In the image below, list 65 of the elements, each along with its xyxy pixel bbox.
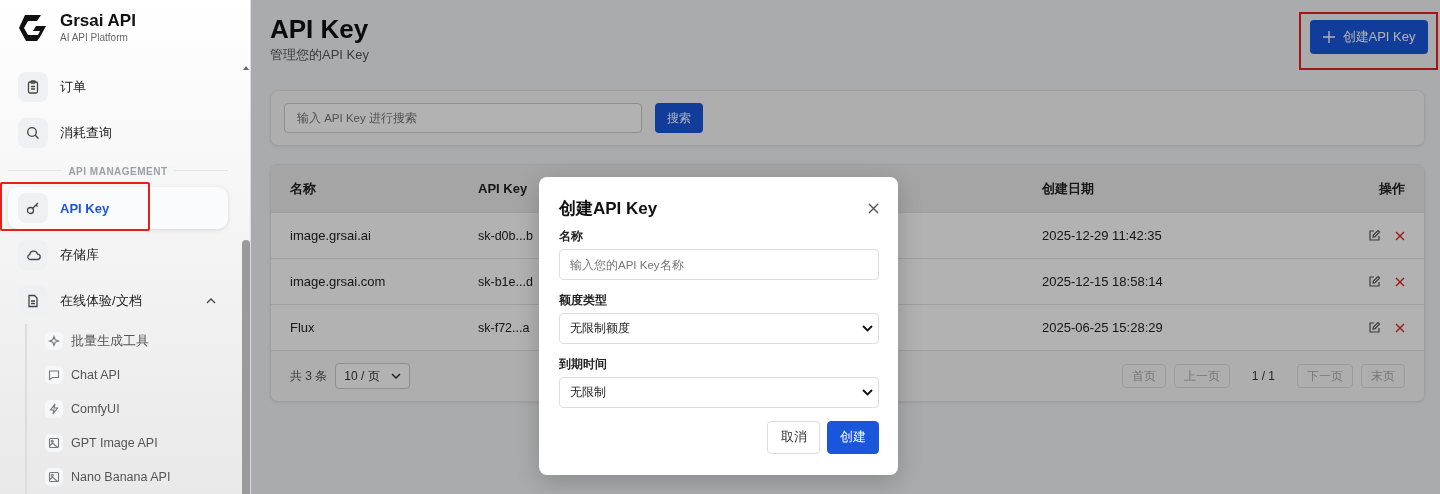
close-icon[interactable]: [868, 203, 879, 214]
chevron-down-icon: [862, 325, 873, 332]
table-cell-text: image.grsai.ai: [290, 228, 372, 243]
confirm-button[interactable]: 创建: [827, 421, 879, 454]
edit-icon[interactable]: [1368, 321, 1381, 334]
key-icon: [26, 201, 40, 215]
page-size-select[interactable]: 10 / 页: [335, 363, 411, 389]
field-label: 额度类型: [559, 293, 608, 308]
column-header: 操作: [1378, 179, 1405, 198]
search-icon: [26, 126, 40, 140]
column-header: 名称: [290, 179, 317, 198]
page-title: API Key: [270, 14, 369, 44]
field-label: 名称: [559, 229, 584, 244]
name-input[interactable]: 输入您的API Key名称: [559, 249, 879, 280]
table-cell-text: 2025-12-29 11:42:35: [1042, 228, 1163, 243]
document-icon: [26, 294, 40, 308]
table-cell: sk-b1e...d: [478, 275, 533, 289]
dialog-title: 创建API Key: [559, 198, 658, 220]
delete-icon[interactable]: [1395, 230, 1405, 241]
sidebar-group[interactable]: 在线体验/文档: [8, 278, 228, 324]
chevron-down-icon: [391, 373, 402, 379]
sidebar-item[interactable]: 消耗查询: [8, 110, 228, 156]
image-icon: [48, 471, 60, 483]
column-header: API Key: [478, 181, 529, 196]
logo-icon: [18, 13, 48, 42]
sidebar-subitem[interactable]: 批量生成工具: [45, 324, 228, 358]
table-cell-text: Flux: [290, 320, 316, 335]
table-cell-text: 2025-06-25 15:28:29: [1042, 320, 1164, 335]
page-indicator: 1 / 1: [1251, 369, 1275, 383]
edit-icon[interactable]: [1368, 229, 1381, 242]
sidebar-subitem[interactable]: Nano Banana API: [45, 460, 228, 494]
plus-icon: [1322, 31, 1335, 43]
app-title: Grsai API: [60, 11, 136, 31]
column-header: 创建日期: [1042, 179, 1095, 198]
clipboard-icon: [26, 80, 40, 94]
chevron-down-icon: [862, 389, 873, 396]
search-button[interactable]: 搜索: [655, 103, 703, 133]
table-cell: sk-d0b...b: [478, 229, 533, 243]
sidebar-subitem[interactable]: GPT Image API: [45, 426, 228, 460]
app-subtitle: AI API Platform: [60, 31, 129, 44]
sidebar-item[interactable]: 订单: [8, 64, 228, 110]
delete-icon[interactable]: [1395, 322, 1405, 333]
sidebar-subitem[interactable]: Chat API: [45, 358, 228, 392]
delete-icon[interactable]: [1395, 276, 1405, 287]
edit-icon[interactable]: [1368, 275, 1381, 288]
scrollbar-thumb[interactable]: [242, 240, 250, 494]
table-cell-text: 2025-12-15 18:58:14: [1042, 274, 1164, 289]
sparkle-icon: [48, 335, 60, 347]
image-icon: [48, 437, 60, 449]
sidebar-subitem[interactable]: ComfyUI: [45, 392, 228, 426]
chat-icon: [48, 369, 60, 381]
field-label: 到期时间: [559, 357, 608, 372]
total-count: 共 3 条: [290, 367, 328, 385]
lightning-icon: [48, 403, 60, 415]
section-label: API MANAGEMENT: [62, 166, 174, 177]
table-cell: sk-f72...a: [478, 321, 530, 335]
create-key-button[interactable]: 创建API Key: [1310, 20, 1428, 54]
page-subtitle: 管理您的API Key: [270, 46, 369, 64]
search-field[interactable]: 输入 API Key 进行搜索: [284, 103, 642, 133]
cancel-button[interactable]: 取消: [767, 421, 820, 454]
cloud-icon: [25, 248, 41, 262]
table-cell-text: image.grsai.com: [290, 274, 387, 289]
select-field[interactable]: 无限制: [559, 377, 879, 408]
sidebar-item[interactable]: 存储库: [8, 232, 228, 278]
select-field[interactable]: 无限制额度: [559, 313, 879, 344]
